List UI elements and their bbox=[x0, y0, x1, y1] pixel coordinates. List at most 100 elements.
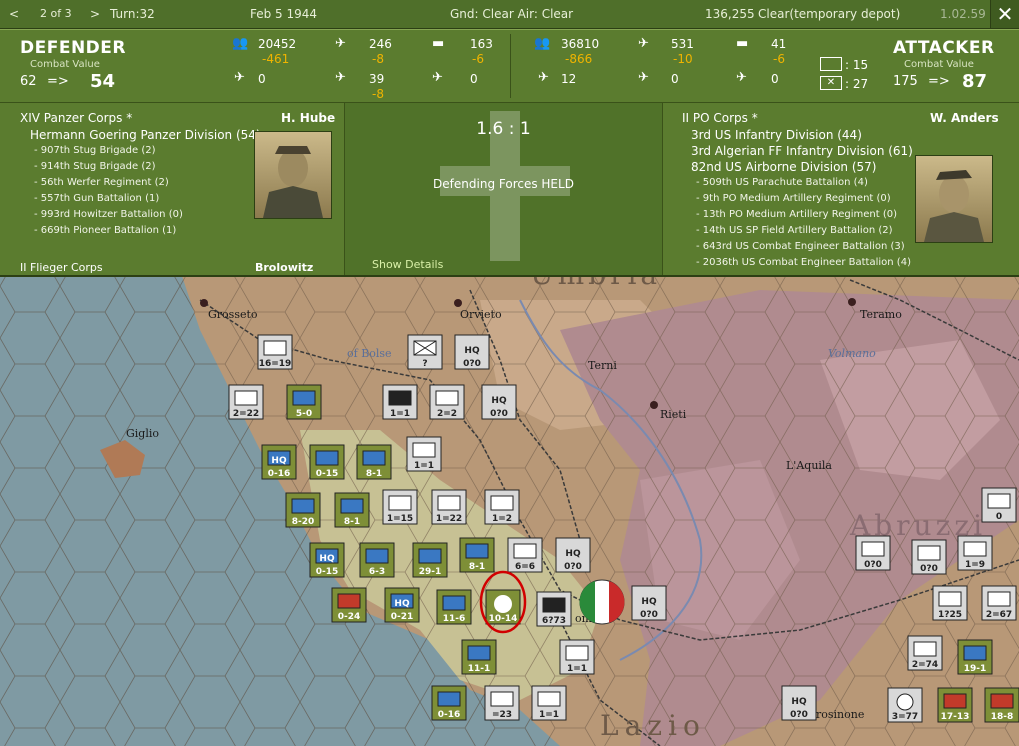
svg-text:1=1: 1=1 bbox=[539, 710, 559, 720]
prev-page-button[interactable]: < bbox=[9, 7, 19, 21]
show-details-link[interactable]: Show Details bbox=[372, 258, 443, 271]
unit-entry[interactable]: - 907th Stug Brigade (2) bbox=[34, 145, 156, 156]
supply-value: 136,255 bbox=[705, 7, 755, 21]
unit-counter[interactable]: 17-13 bbox=[937, 687, 973, 723]
river-volmano: Volmano bbox=[828, 347, 876, 360]
city-giglio: Giglio bbox=[126, 427, 159, 440]
defender-division[interactable]: Hermann Goering Panzer Division (54) bbox=[30, 128, 261, 142]
svg-text:6?73: 6?73 bbox=[542, 616, 566, 626]
unit-counter[interactable]: 19-1 bbox=[957, 639, 993, 675]
next-page-button[interactable]: > bbox=[90, 7, 100, 21]
defender-cv-from: 62 bbox=[20, 74, 37, 89]
unit-counter[interactable]: 1=1 bbox=[531, 685, 567, 721]
next-commander: Brolowitz bbox=[255, 261, 314, 273]
attacker-division[interactable]: 82nd US Airborne Division (57) bbox=[691, 160, 876, 174]
unit-counter[interactable]: 11-6 bbox=[436, 589, 472, 625]
unit-counter[interactable]: 8-1 bbox=[459, 537, 495, 573]
commander-portrait-hube bbox=[254, 131, 332, 219]
date-label: Feb 5 1944 bbox=[250, 7, 318, 21]
unit-entry[interactable]: - 993rd Howitzer Battalion (0) bbox=[34, 209, 183, 220]
unit-counter[interactable]: HQ 0?0 bbox=[481, 384, 517, 420]
unit-entry[interactable]: - 56th Werfer Regiment (2) bbox=[34, 177, 169, 188]
unit-entry[interactable]: - 669th Pioneer Battalion (1) bbox=[34, 225, 176, 236]
unit-counter[interactable]: 2=67 bbox=[981, 585, 1017, 621]
defender-corps[interactable]: XIV Panzer Corps * bbox=[20, 111, 132, 125]
unit-counter[interactable]: HQ 0-15 bbox=[309, 542, 345, 578]
svg-text:0?0: 0?0 bbox=[640, 610, 658, 620]
unit-counter[interactable]: 18-8 bbox=[984, 687, 1019, 723]
unit-counter[interactable]: 6=6 bbox=[507, 537, 543, 573]
svg-text:0-15: 0-15 bbox=[316, 469, 339, 479]
close-button[interactable]: ✕ bbox=[990, 0, 1019, 28]
unit-entry[interactable]: - 557th Gun Battalion (1) bbox=[34, 193, 159, 204]
unit-counter[interactable]: 0-15 bbox=[309, 444, 345, 480]
unit-counter[interactable]: HQ 0?0 bbox=[454, 334, 490, 370]
attacker-fighters-delta: -10 bbox=[673, 52, 693, 66]
unit-counter[interactable]: HQ 0?0 bbox=[555, 537, 591, 573]
unit-counter[interactable]: 8-1 bbox=[356, 444, 392, 480]
unit-counter[interactable]: 1=9 bbox=[957, 535, 993, 571]
italy-flag-marker bbox=[579, 579, 625, 625]
svg-text:0-16: 0-16 bbox=[268, 469, 291, 479]
unit-counter[interactable]: 1=22 bbox=[431, 489, 467, 525]
unit-entry[interactable]: - 2036th US Combat Engineer Battalion (4… bbox=[696, 257, 911, 268]
svg-text:0?0: 0?0 bbox=[864, 560, 882, 570]
unit-counter[interactable]: 29-1 bbox=[412, 542, 448, 578]
unit-entry[interactable]: - 13th PO Medium Artillery Regiment (0) bbox=[696, 209, 897, 220]
unit-counter[interactable]: 2=2 bbox=[429, 384, 465, 420]
selected-unit-counter[interactable]: 10-14 bbox=[485, 589, 521, 625]
unit-counter[interactable]: HQ 0?0 bbox=[781, 685, 817, 721]
unit-counter[interactable]: HQ 0-16 bbox=[261, 444, 297, 480]
attacker-division[interactable]: 3rd Algerian FF Infantry Division (61) bbox=[691, 144, 913, 158]
unit-counter[interactable]: 1=1 bbox=[382, 384, 418, 420]
tank-icon: ▬ bbox=[736, 36, 749, 51]
attacker-infantry: 36810 bbox=[561, 37, 600, 51]
unit-counter[interactable]: 5-0 bbox=[286, 384, 322, 420]
svg-text:5-0: 5-0 bbox=[296, 409, 312, 419]
city-terni: Terni bbox=[588, 359, 617, 372]
attacker-division[interactable]: 3rd US Infantry Division (44) bbox=[691, 128, 862, 142]
unit-counter[interactable]: HQ 0?0 bbox=[631, 585, 667, 621]
unit-counter[interactable]: 8-20 bbox=[285, 492, 321, 528]
svg-text:=23: =23 bbox=[492, 710, 512, 720]
attacker-cv-to: 87 bbox=[962, 71, 988, 92]
attacker-cv-arrow: => bbox=[928, 74, 950, 89]
unit-counter[interactable]: 3=77 bbox=[887, 687, 923, 723]
unit-counter[interactable]: 2=22 bbox=[228, 384, 264, 420]
unit-counter[interactable]: 1=1 bbox=[406, 436, 442, 472]
unit-entry[interactable]: - 643rd US Combat Engineer Battalion (3) bbox=[696, 241, 905, 252]
unit-entry[interactable]: - 509th US Parachute Battalion (4) bbox=[696, 177, 868, 188]
attacker-corps[interactable]: II PO Corps * bbox=[682, 111, 758, 125]
transport-icon: ✈ bbox=[736, 70, 747, 85]
unit-counter[interactable]: 16=19 bbox=[257, 334, 293, 370]
unit-entry[interactable]: - 14th US SP Field Artillery Battalion (… bbox=[696, 225, 893, 236]
svg-text:1=2: 1=2 bbox=[492, 514, 512, 524]
unit-counter[interactable]: 0?0 bbox=[855, 535, 891, 571]
unit-counter[interactable]: 6?73 bbox=[536, 591, 572, 627]
unit-entry[interactable]: - 9th PO Medium Artillery Regiment (0) bbox=[696, 193, 891, 204]
next-corps[interactable]: II Flieger Corps bbox=[20, 261, 103, 273]
unit-counter[interactable]: 1=15 bbox=[382, 489, 418, 525]
defender-infantry-delta: -461 bbox=[262, 52, 290, 66]
defender-tanks-delta: -6 bbox=[472, 52, 484, 66]
unit-counter[interactable]: 0-16 bbox=[431, 685, 467, 721]
fighter-icon: ✈ bbox=[335, 36, 346, 51]
weather-label: Gnd: Clear Air: Clear bbox=[450, 7, 574, 21]
unit-counter[interactable]: HQ 0-21 bbox=[384, 587, 420, 623]
unit-counter[interactable]: 1=2 bbox=[484, 489, 520, 525]
unit-counter[interactable]: 2=74 bbox=[907, 635, 943, 671]
unit-entry[interactable]: - 914th Stug Brigade (2) bbox=[34, 161, 156, 172]
unit-counter[interactable]: 8-1 bbox=[334, 492, 370, 528]
unit-counter[interactable]: 6-3 bbox=[359, 542, 395, 578]
unit-counter[interactable]: 1=1 bbox=[559, 639, 595, 675]
unit-counter[interactable]: 0?0 bbox=[911, 539, 947, 575]
unit-counter[interactable]: ? bbox=[407, 334, 443, 370]
unit-counter[interactable]: 0-24 bbox=[331, 587, 367, 623]
combat-header: DEFENDER Combat Value 62 => 54 👥 20452 -… bbox=[0, 30, 1019, 103]
unit-counter[interactable]: 0 bbox=[981, 487, 1017, 523]
unit-counter[interactable]: =23 bbox=[484, 685, 520, 721]
unit-counter[interactable]: 1?25 bbox=[932, 585, 968, 621]
svg-text:0?0: 0?0 bbox=[790, 710, 808, 720]
unit-counter[interactable]: 11-1 bbox=[461, 639, 497, 675]
region-lazio: Lazio bbox=[600, 709, 706, 742]
